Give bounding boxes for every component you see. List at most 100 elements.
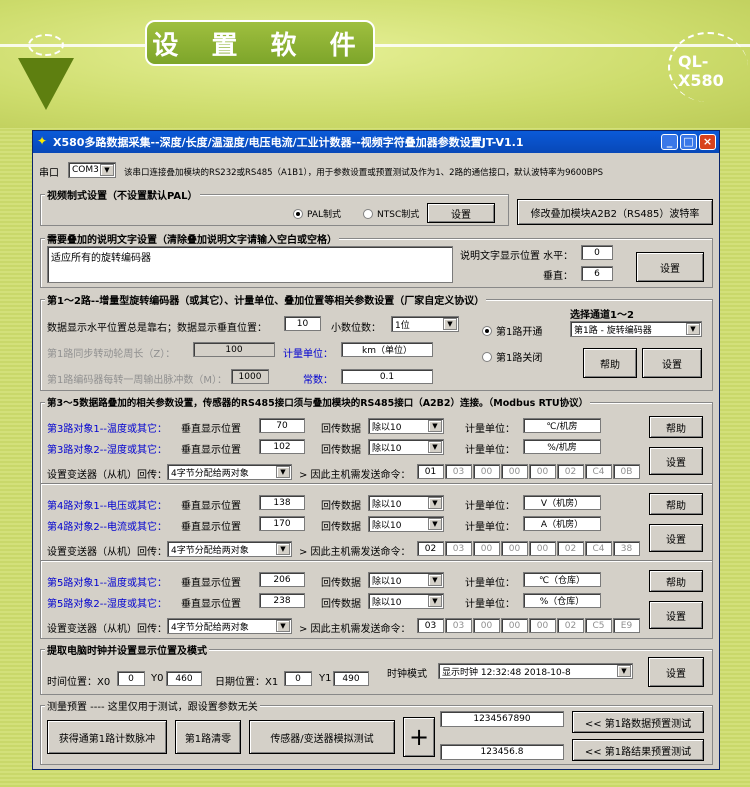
result-preset-test-button[interactable]: << 第1路结果预置测试 <box>572 739 704 761</box>
encoder-help-button[interactable]: 帮助 <box>583 348 637 378</box>
plus-button[interactable]: + <box>403 717 435 757</box>
test-group-title: 测量预置 ---- 这里仅用于测试，跟设置参数无关 <box>45 698 260 713</box>
maximize-button[interactable]: □ <box>680 134 697 150</box>
command-byte: C4 <box>585 541 612 556</box>
data-preset-test-button[interactable]: << 第1路数据预置测试 <box>572 711 704 733</box>
channel-select-label: 选择通道1～2 <box>570 310 634 321</box>
channel-on-label: 第1路开通 <box>496 327 543 338</box>
enc-unit-input[interactable]: km（单位） <box>341 342 433 357</box>
command-byte: 38 <box>613 541 640 556</box>
vpos2-input[interactable]: 170 <box>259 516 305 531</box>
return1-select[interactable]: 除以10 ▼ <box>368 495 444 511</box>
unit-label: 计量单位： <box>465 599 515 610</box>
transmitter-select[interactable]: 4字节分配给两对象 ▼ <box>167 541 292 557</box>
return2-select[interactable]: 除以10 ▼ <box>368 516 444 532</box>
radio-selected-icon <box>293 208 303 219</box>
chevron-down-icon: ▼ <box>276 466 290 478</box>
channel-help-button[interactable]: 帮助 <box>649 570 703 592</box>
chevron-down-icon: ▼ <box>428 420 442 432</box>
unit2-input[interactable]: %/机房 <box>523 439 601 454</box>
transmitter-label: 设置变送器（从机）回传： <box>47 470 167 481</box>
channel-set-button[interactable]: 设置 <box>649 601 703 629</box>
encoder-set-button[interactable]: 设置 <box>642 348 702 378</box>
vpos1-input[interactable]: 70 <box>259 418 305 433</box>
channel-off-label: 第1路关闭 <box>496 353 543 364</box>
vpos-label: 垂直显示位置 <box>181 522 241 533</box>
baud-rate-button[interactable]: 修改叠加模块A2B2（RS485）波特率 <box>517 199 713 225</box>
y0-label: Y0 <box>151 673 164 684</box>
chevron-down-icon: ▼ <box>617 665 631 677</box>
text-pos-label: 说明文字显示位置 水平： <box>460 251 574 262</box>
brand-label: QL-X580 <box>678 52 724 90</box>
unit2-input[interactable]: %（仓库） <box>523 593 601 608</box>
vpos-label: 垂直显示位置 <box>181 445 241 456</box>
command-byte: 00 <box>529 464 556 479</box>
chevron-down-icon: ▼ <box>686 323 700 335</box>
text-set-button[interactable]: 设置 <box>636 252 704 282</box>
unit1-input[interactable]: V（机房） <box>523 495 601 510</box>
channel-help-button[interactable]: 帮助 <box>649 493 703 515</box>
command-byte: 00 <box>473 464 500 479</box>
decimal-select[interactable]: 1位 ▼ <box>391 316 459 332</box>
channel-on-radio[interactable]: 第1路开通 <box>482 323 542 338</box>
return2-select[interactable]: 除以10 ▼ <box>368 593 444 609</box>
transmitter-select[interactable]: 4字节分配给两对象 ▼ <box>167 618 292 634</box>
command-label: > 因此主机需发送命令： <box>299 470 411 481</box>
clock-mode-select[interactable]: 显示时钟 12:32:48 2018-10-8 ▼ <box>438 663 633 679</box>
return1-select[interactable]: 除以10 ▼ <box>368 418 444 434</box>
unit-label: 计量单位： <box>283 349 333 360</box>
return1-select[interactable]: 除以10 ▼ <box>368 572 444 588</box>
text-v-input[interactable]: 6 <box>581 266 613 281</box>
y0-input[interactable]: 460 <box>166 671 202 686</box>
video-set-button[interactable]: 设置 <box>427 203 495 223</box>
preset-value-1[interactable]: 1234567890 <box>440 711 564 727</box>
vpos2-input[interactable]: 102 <box>259 439 305 454</box>
unit1-input[interactable]: ℃（仓库） <box>523 572 601 587</box>
circumference-input[interactable]: 100 <box>193 342 275 357</box>
command-byte: 02 <box>417 541 444 556</box>
unit1-input[interactable]: ℃/机房 <box>523 418 601 433</box>
close-button[interactable]: × <box>699 134 716 150</box>
x0-input[interactable]: 0 <box>117 671 145 686</box>
chevron-down-icon: ▼ <box>428 518 442 530</box>
get-pulse-button[interactable]: 获得通第1路计数脉冲 <box>47 720 167 754</box>
text-h-input[interactable]: 0 <box>581 245 613 260</box>
channel-set-button[interactable]: 设置 <box>649 524 703 552</box>
command-byte: 03 <box>445 618 472 633</box>
clock-mode-label: 时钟模式 <box>387 669 427 680</box>
vpos1-input[interactable]: 138 <box>259 495 305 510</box>
vpos-label: 垂直显示位置 <box>181 599 241 610</box>
unit-label: 计量单位： <box>465 445 515 456</box>
transmitter-select[interactable]: 4字节分配给两对象 ▼ <box>167 464 292 480</box>
clear-button[interactable]: 第1路清零 <box>175 720 241 754</box>
vpos2-input[interactable]: 238 <box>259 593 305 608</box>
constant-input[interactable]: 0.1 <box>341 369 433 384</box>
return-label: 回传数据 <box>321 501 361 512</box>
command-byte: 01 <box>417 464 444 479</box>
app-icon: ✦ <box>37 134 48 148</box>
pal-radio[interactable]: PAL制式 <box>293 207 341 220</box>
channel-select[interactable]: 第1路 - 旋转编码器 ▼ <box>570 321 702 337</box>
channel-set-button[interactable]: 设置 <box>649 447 703 475</box>
return2-select[interactable]: 除以10 ▼ <box>368 439 444 455</box>
serial-port-select[interactable]: COM3 ▼ <box>68 162 116 178</box>
object1-label: 第4路对象1--电压或其它： <box>47 501 167 512</box>
y1-label: Y1 <box>319 673 332 684</box>
vpos1-input[interactable]: 206 <box>259 572 305 587</box>
command-byte: 02 <box>557 541 584 556</box>
overlay-text-input[interactable]: 适应所有的旋转编码器 <box>47 246 453 283</box>
unit2-input[interactable]: A（机房） <box>523 516 601 531</box>
channel-help-button[interactable]: 帮助 <box>649 416 703 438</box>
pal-label: PAL制式 <box>307 210 342 220</box>
ntsc-radio[interactable]: NTSC制式 <box>363 207 419 220</box>
unit-label: 计量单位： <box>465 424 515 435</box>
pulse-input[interactable]: 1000 <box>231 369 269 384</box>
clock-set-button[interactable]: 设置 <box>648 657 704 687</box>
minimize-button[interactable]: _ <box>661 134 678 150</box>
x1-input[interactable]: 0 <box>284 671 312 686</box>
y1-input[interactable]: 490 <box>333 671 369 686</box>
channel-off-radio[interactable]: 第1路关闭 <box>482 349 542 364</box>
enc-vpos-input[interactable]: 10 <box>284 316 321 331</box>
simulate-button[interactable]: 传感器/变送器模拟测试 <box>249 720 395 754</box>
preset-value-2[interactable]: 123456.8 <box>440 744 564 760</box>
